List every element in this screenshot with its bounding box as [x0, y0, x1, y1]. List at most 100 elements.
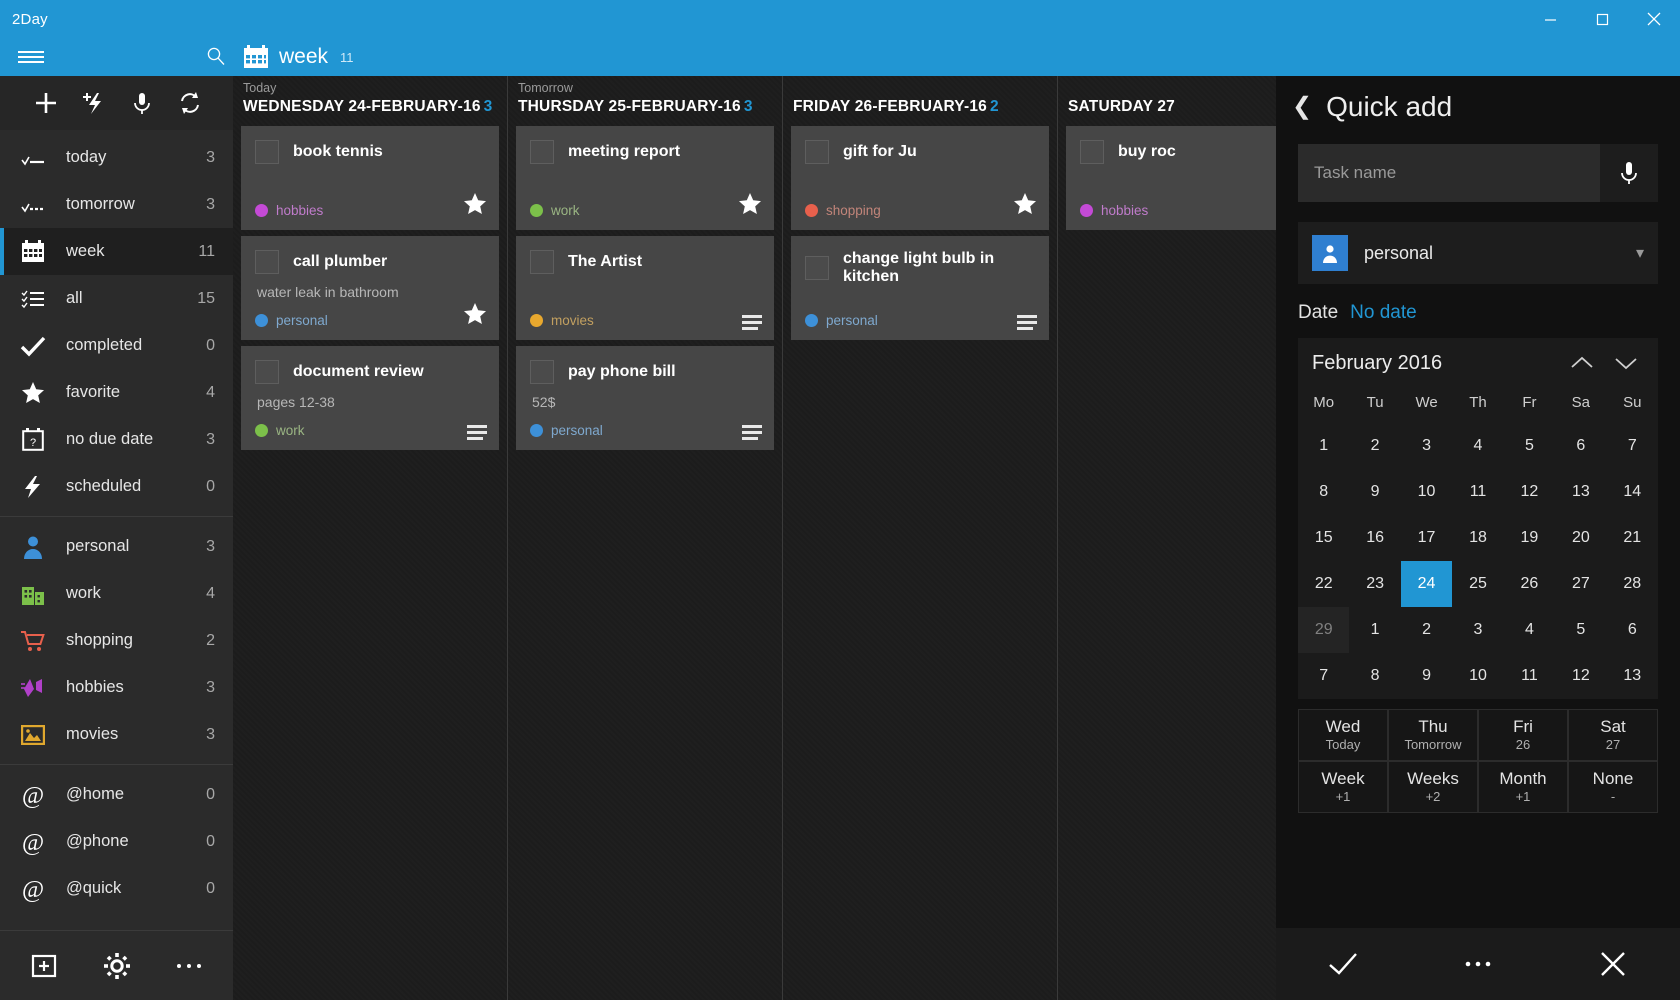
calendar-day[interactable]: 27: [1555, 561, 1606, 607]
calendar-day[interactable]: 12: [1504, 469, 1555, 515]
calendar-day[interactable]: 7: [1607, 423, 1658, 469]
sidebar-item-phone-tag[interactable]: @ @phone 0: [0, 818, 233, 865]
task-notes-icon[interactable]: [742, 422, 762, 440]
calendar-day[interactable]: 7: [1298, 653, 1349, 699]
calendar-day[interactable]: 21: [1607, 515, 1658, 561]
calendar-day[interactable]: 23: [1349, 561, 1400, 607]
task-card[interactable]: meeting report work: [516, 126, 774, 230]
task-card[interactable]: call plumber water leak in bathroom pers…: [241, 236, 499, 340]
calendar-day[interactable]: 13: [1555, 469, 1606, 515]
calendar-day[interactable]: 1: [1349, 607, 1400, 653]
sidebar-item-today[interactable]: today 3: [0, 134, 233, 181]
quick-add-icon[interactable]: [70, 81, 118, 125]
close-icon[interactable]: [1628, 0, 1680, 38]
quick-date-button[interactable]: Fri 26: [1478, 709, 1568, 761]
add-task-icon[interactable]: [22, 81, 70, 125]
task-checkbox[interactable]: [530, 250, 554, 274]
task-checkbox[interactable]: [805, 256, 829, 280]
task-checkbox[interactable]: [255, 360, 279, 384]
calendar-day[interactable]: 18: [1452, 515, 1503, 561]
minimize-icon[interactable]: [1524, 0, 1576, 38]
voice-add-icon[interactable]: [118, 81, 166, 125]
favorite-star-icon[interactable]: [463, 302, 487, 330]
quick-date-button[interactable]: Thu Tomorrow: [1388, 709, 1478, 761]
task-card[interactable]: document review pages 12-38 work: [241, 346, 499, 450]
task-notes-icon[interactable]: [1017, 312, 1037, 330]
sidebar-item-quick-tag[interactable]: @ @quick 0: [0, 865, 233, 912]
calendar-day[interactable]: 8: [1349, 653, 1400, 699]
task-card[interactable]: change light bulb in kitchen personal: [791, 236, 1049, 340]
favorite-star-icon[interactable]: [1013, 192, 1037, 220]
calendar-day[interactable]: 15: [1298, 515, 1349, 561]
task-card[interactable]: gift for Ju shopping: [791, 126, 1049, 230]
sidebar-item-week[interactable]: week 11: [0, 228, 233, 275]
sidebar-item-hobbies[interactable]: hobbies 3: [0, 664, 233, 711]
sync-icon[interactable]: [166, 81, 214, 125]
cancel-close-icon[interactable]: [1545, 928, 1680, 1000]
calendar-day[interactable]: 8: [1298, 469, 1349, 515]
calendar-day[interactable]: 11: [1452, 469, 1503, 515]
calendar-day-selected[interactable]: 24: [1401, 561, 1452, 607]
calendar-day[interactable]: 16: [1349, 515, 1400, 561]
calendar-day[interactable]: 3: [1401, 423, 1452, 469]
calendar-day[interactable]: 5: [1555, 607, 1606, 653]
confirm-check-icon[interactable]: [1276, 928, 1411, 1000]
calendar-day[interactable]: 29: [1298, 607, 1349, 653]
calendar-day[interactable]: 4: [1504, 607, 1555, 653]
chevron-down-icon[interactable]: ▾: [1636, 243, 1644, 263]
calendar-day[interactable]: 6: [1555, 423, 1606, 469]
task-checkbox[interactable]: [805, 140, 829, 164]
category-selector[interactable]: personal ▾: [1298, 222, 1658, 284]
back-chevron-icon[interactable]: ❮: [1292, 95, 1312, 119]
calendar-day[interactable]: 10: [1452, 653, 1503, 699]
task-notes-icon[interactable]: [742, 312, 762, 330]
task-checkbox[interactable]: [530, 360, 554, 384]
sidebar-item-home-tag[interactable]: @ @home 0: [0, 771, 233, 818]
calendar-day[interactable]: 12: [1555, 653, 1606, 699]
calendar-day[interactable]: 2: [1401, 607, 1452, 653]
task-checkbox[interactable]: [255, 250, 279, 274]
quick-date-button[interactable]: Sat 27: [1568, 709, 1658, 761]
task-checkbox[interactable]: [530, 140, 554, 164]
calendar-day[interactable]: 26: [1504, 561, 1555, 607]
quick-date-button[interactable]: Wed Today: [1298, 709, 1388, 761]
task-card[interactable]: The Artist movies: [516, 236, 774, 340]
calendar-day[interactable]: 14: [1607, 469, 1658, 515]
search-icon[interactable]: [205, 38, 227, 76]
calendar-day[interactable]: 17: [1401, 515, 1452, 561]
quick-date-button[interactable]: Week +1: [1298, 761, 1388, 813]
calendar-day[interactable]: 11: [1504, 653, 1555, 699]
date-value[interactable]: No date: [1350, 302, 1417, 324]
task-name-input[interactable]: [1298, 144, 1600, 202]
task-checkbox[interactable]: [1080, 140, 1104, 164]
calendar-day[interactable]: 3: [1452, 607, 1503, 653]
maximize-icon[interactable]: [1576, 0, 1628, 38]
sidebar-item-movies[interactable]: movies 3: [0, 711, 233, 758]
settings-gear-icon[interactable]: [94, 943, 140, 989]
prev-month-chevron-icon[interactable]: [1560, 343, 1604, 383]
sidebar-item-no-due-date[interactable]: ? no due date 3: [0, 416, 233, 463]
more-icon[interactable]: [1411, 928, 1546, 1000]
calendar-day[interactable]: 4: [1452, 423, 1503, 469]
calendar-day[interactable]: 25: [1452, 561, 1503, 607]
sidebar-item-shopping[interactable]: shopping 2: [0, 617, 233, 664]
sidebar-item-scheduled[interactable]: scheduled 0: [0, 463, 233, 510]
quick-date-button[interactable]: Weeks +2: [1388, 761, 1478, 813]
calendar-day[interactable]: 2: [1349, 423, 1400, 469]
calendar-day[interactable]: 10: [1401, 469, 1452, 515]
favorite-star-icon[interactable]: [463, 192, 487, 220]
sidebar-item-completed[interactable]: completed 0: [0, 322, 233, 369]
quick-date-button[interactable]: None -: [1568, 761, 1658, 813]
calendar-day[interactable]: 22: [1298, 561, 1349, 607]
task-checkbox[interactable]: [255, 140, 279, 164]
calendar-day[interactable]: 13: [1607, 653, 1658, 699]
calendar-day[interactable]: 20: [1555, 515, 1606, 561]
calendar-day[interactable]: 9: [1349, 469, 1400, 515]
calendar-day[interactable]: 5: [1504, 423, 1555, 469]
favorite-star-icon[interactable]: [738, 192, 762, 220]
sidebar-item-all[interactable]: all 15: [0, 275, 233, 322]
new-list-icon[interactable]: [22, 943, 68, 989]
calendar-day[interactable]: 1: [1298, 423, 1349, 469]
task-card[interactable]: book tennis hobbies: [241, 126, 499, 230]
sidebar-item-work[interactable]: work 4: [0, 570, 233, 617]
